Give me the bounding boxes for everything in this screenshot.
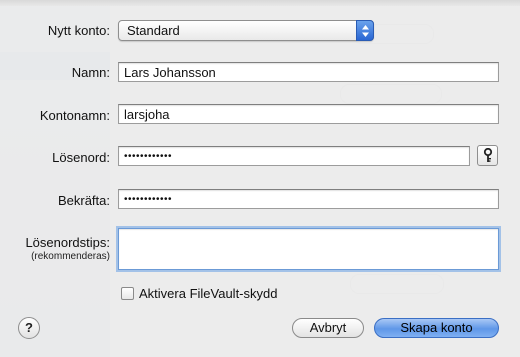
create-account-button[interactable]: Skapa konto <box>374 318 499 338</box>
name-field[interactable]: Lars Johansson <box>118 62 499 82</box>
new-account-sheet: Nytt konto: Standard Namn: Lars Johansso… <box>0 0 520 357</box>
updown-arrows-icon <box>356 20 374 41</box>
hint-sublabel: (rekommenderas) <box>31 251 110 262</box>
hint-label: Lösenordstips: <box>25 235 110 250</box>
filevault-label[interactable]: Aktivera FileVault-skydd <box>139 286 277 301</box>
verify-label: Bekräfta: <box>57 193 110 208</box>
account-type-value: Standard <box>127 23 180 38</box>
account-type-label: Nytt konto: <box>47 23 110 38</box>
password-label: Lösenord: <box>52 150 110 165</box>
password-field[interactable]: •••••••••••• <box>118 146 470 166</box>
help-button[interactable]: ? <box>18 317 40 339</box>
verify-field[interactable]: •••••••••••• <box>118 189 499 209</box>
name-label: Namn: <box>71 65 110 80</box>
key-icon <box>483 148 493 162</box>
question-mark-icon: ? <box>25 320 33 335</box>
password-assistant-button[interactable] <box>477 145 498 166</box>
filevault-checkbox[interactable] <box>121 287 134 300</box>
account-type-popup[interactable]: Standard <box>118 20 374 41</box>
cancel-button[interactable]: Avbryt <box>292 318 364 338</box>
sheet-top-edge <box>0 0 520 6</box>
account-name-field[interactable]: larsjoha <box>118 104 499 124</box>
account-name-label: Kontonamn: <box>39 108 110 123</box>
hint-field[interactable] <box>118 228 499 270</box>
